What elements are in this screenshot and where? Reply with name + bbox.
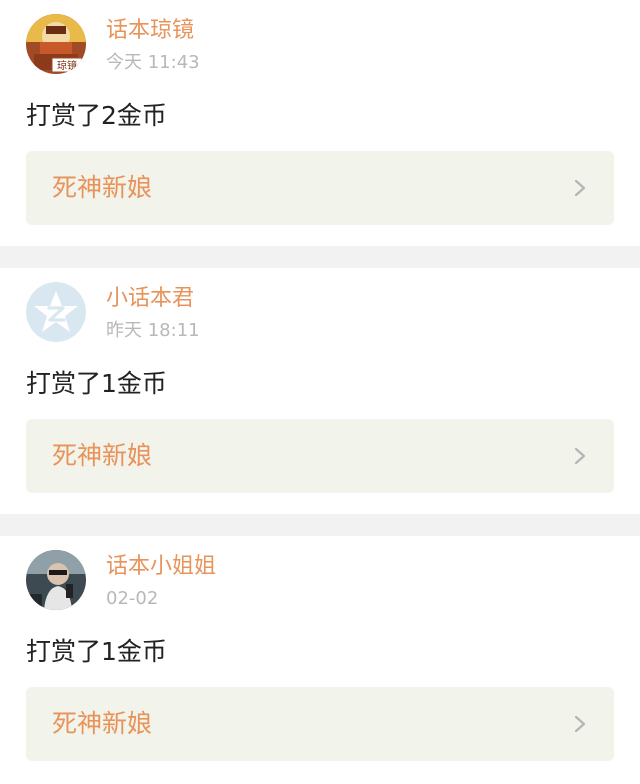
reward-feed: 琼镜 话本琼镜 今天 11:43 打赏了2金币 死神新娘 小话本君 昨天 18:… bbox=[0, 0, 640, 782]
chevron-right-icon bbox=[572, 715, 588, 733]
timestamp: 今天 11:43 bbox=[106, 52, 200, 73]
reward-message: 打赏了1金币 bbox=[26, 369, 167, 398]
book-link-card[interactable]: 死神新娘 bbox=[26, 419, 614, 493]
chevron-right-icon bbox=[572, 179, 588, 197]
username[interactable]: 话本琼镜 bbox=[106, 16, 194, 46]
section-divider bbox=[0, 514, 640, 536]
star-z-logo-icon bbox=[26, 282, 86, 342]
timestamp: 昨天 18:11 bbox=[106, 320, 200, 341]
username[interactable]: 话本小姐姐 bbox=[106, 552, 216, 582]
user-avatar-image: 琼镜 bbox=[26, 14, 86, 74]
book-link-card[interactable]: 死神新娘 bbox=[26, 687, 614, 761]
reward-message: 打赏了2金币 bbox=[26, 101, 167, 130]
reward-post-card: 话本小姐姐 02-02 打赏了1金币 死神新娘 bbox=[0, 536, 640, 782]
avatar[interactable]: 琼镜 bbox=[26, 14, 86, 74]
avatar[interactable] bbox=[26, 282, 86, 342]
avatar-badge-text: 琼镜 bbox=[57, 59, 77, 72]
book-link-card[interactable]: 死神新娘 bbox=[26, 151, 614, 225]
section-divider bbox=[0, 246, 640, 268]
avatar[interactable] bbox=[26, 550, 86, 610]
book-title: 死神新娘 bbox=[52, 709, 153, 738]
username[interactable]: 小话本君 bbox=[106, 284, 194, 314]
chevron-right-icon bbox=[572, 447, 588, 465]
book-title: 死神新娘 bbox=[52, 441, 153, 470]
user-avatar-image bbox=[26, 550, 86, 610]
reward-post-card: 小话本君 昨天 18:11 打赏了1金币 死神新娘 bbox=[0, 268, 640, 514]
book-title: 死神新娘 bbox=[52, 173, 153, 202]
timestamp: 02-02 bbox=[106, 588, 159, 609]
reward-message: 打赏了1金币 bbox=[26, 637, 167, 666]
reward-post-card: 琼镜 话本琼镜 今天 11:43 打赏了2金币 死神新娘 bbox=[0, 0, 640, 246]
